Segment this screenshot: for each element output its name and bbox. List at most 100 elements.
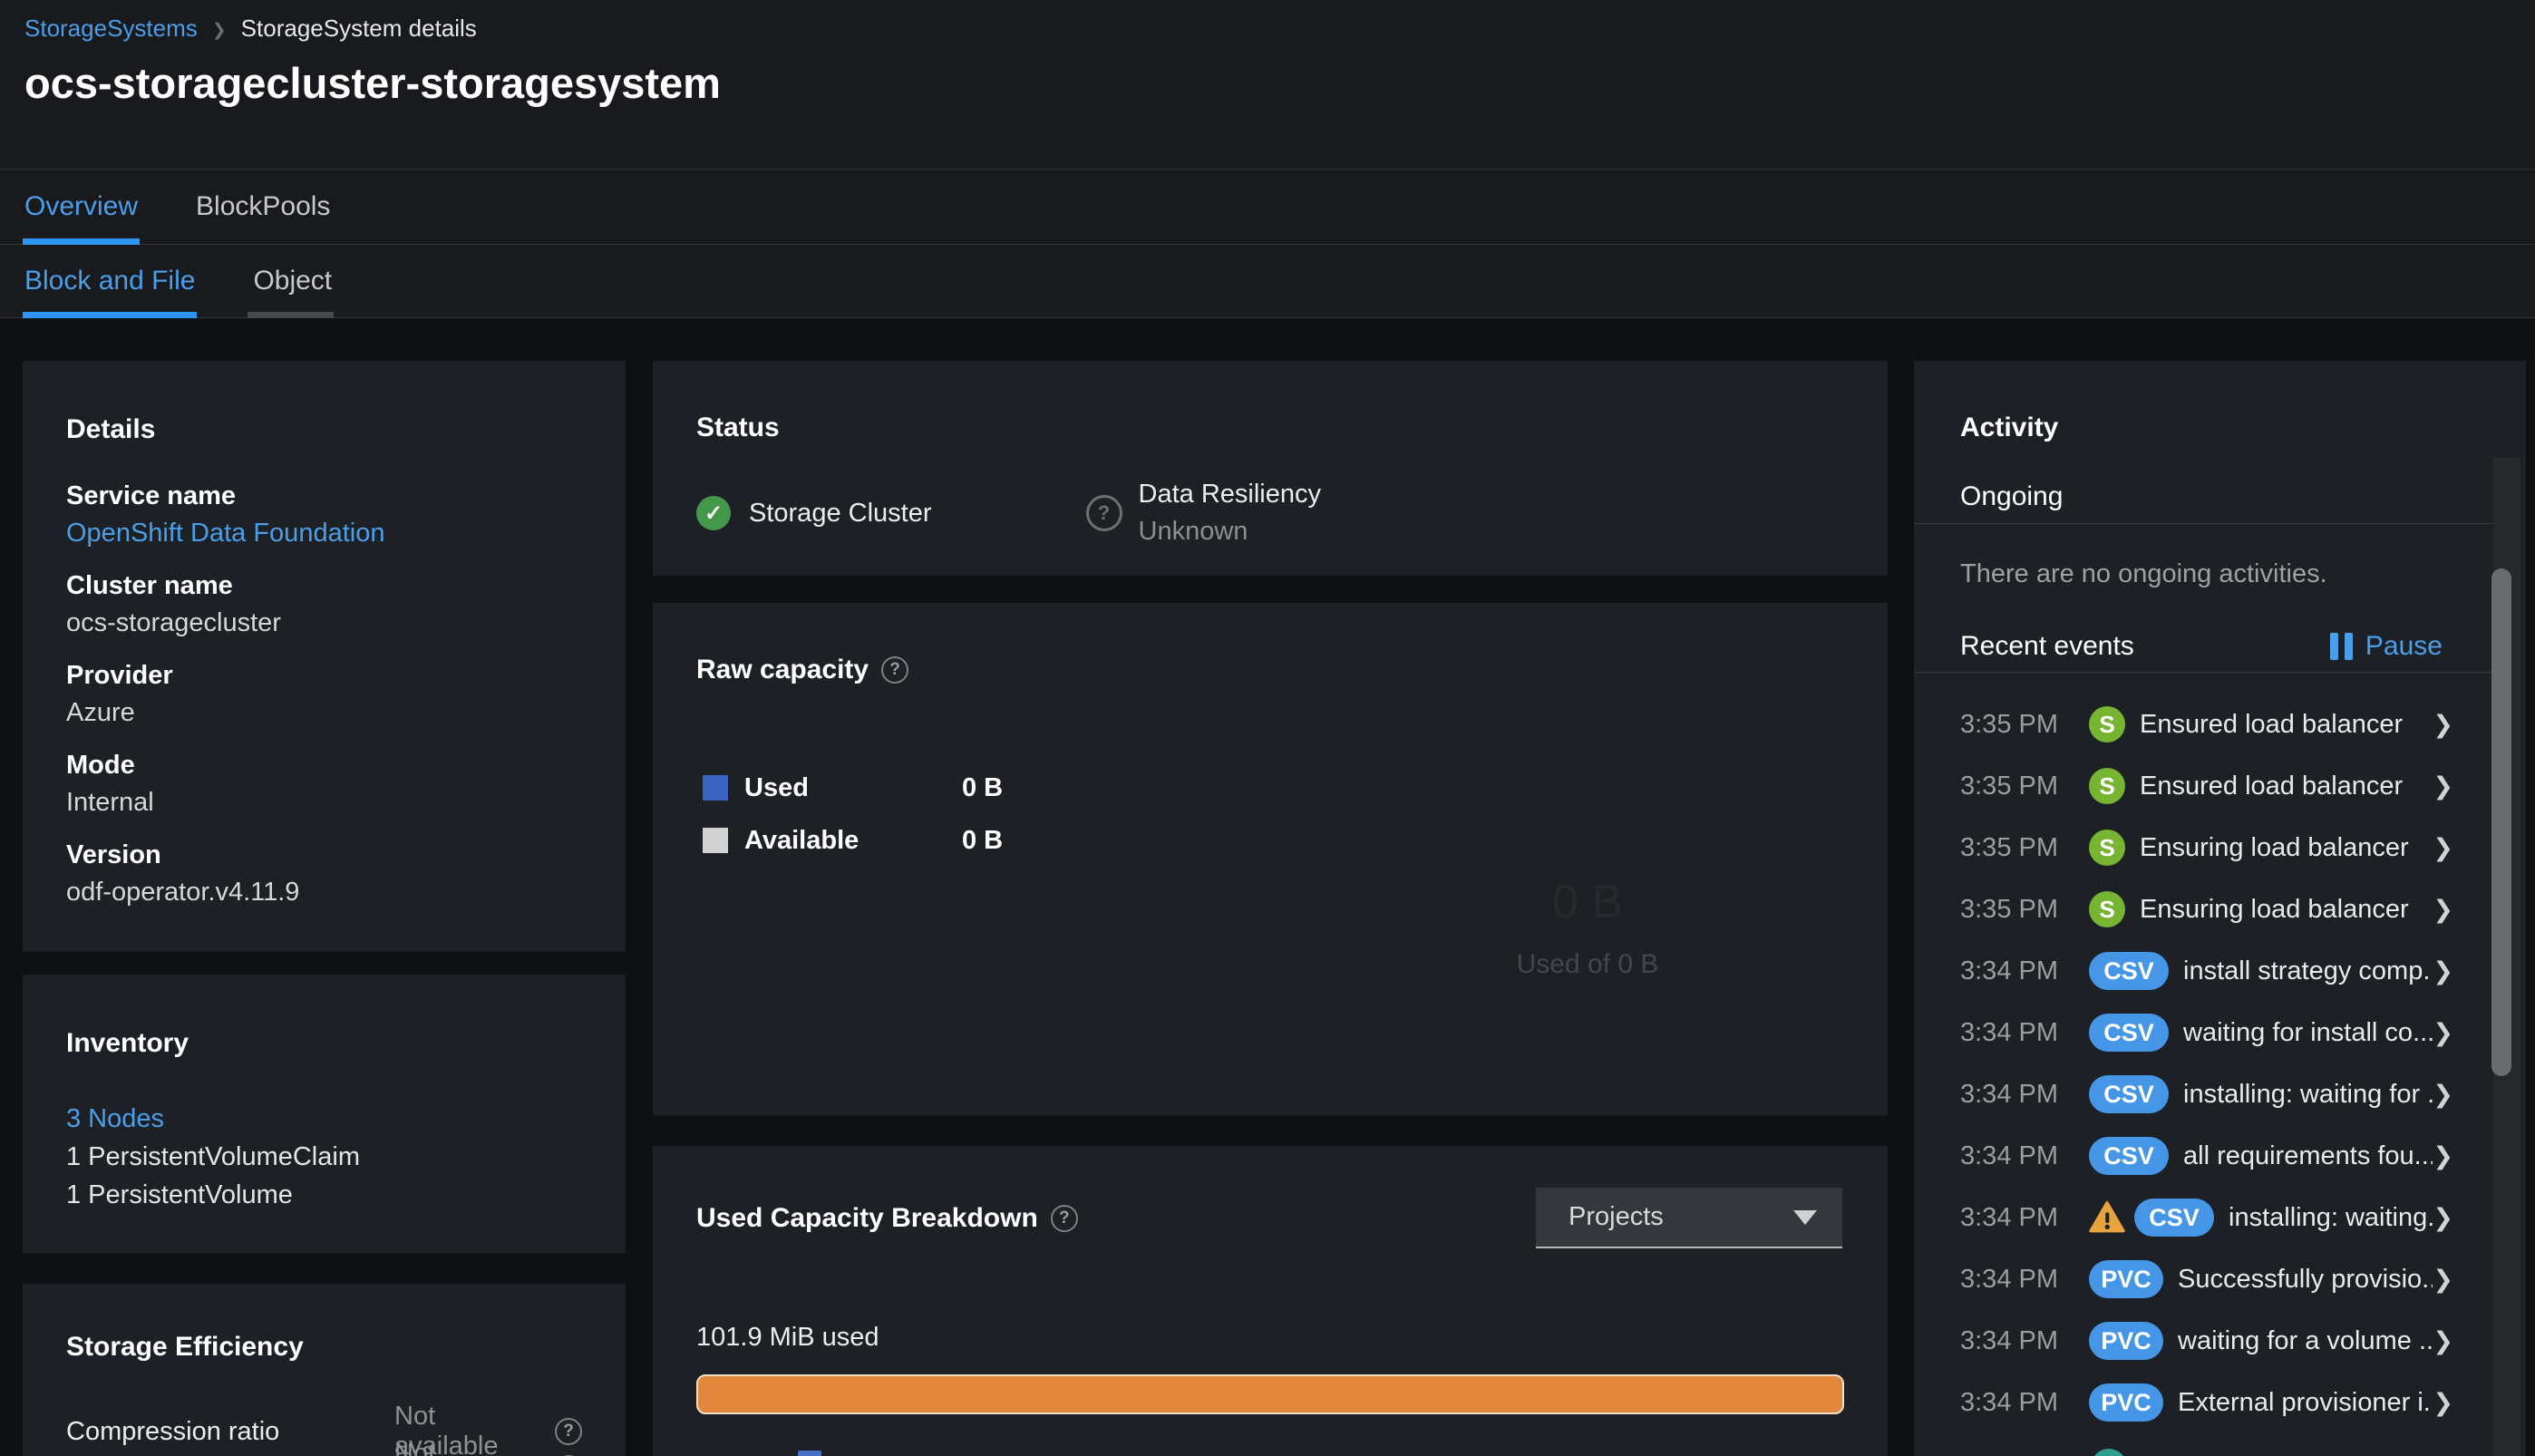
page-header: StorageSystems ❯ StorageSystem details o…: [0, 0, 2535, 318]
tab[interactable]: BlockPools: [196, 170, 330, 244]
details-field-value: Internal: [66, 788, 154, 817]
inventory-item[interactable]: 1 PersistentVolumeClaim: [66, 1138, 582, 1176]
event-kind-badge: CSV: [2089, 952, 2169, 990]
chevron-right-icon[interactable]: ❯: [2433, 896, 2453, 924]
event-kind-badge: CSV: [2134, 1199, 2214, 1237]
data-resiliency-status: ? Data Resiliency Unknown: [1085, 480, 1321, 547]
event-row[interactable]: 3:34 PM CSV installing: waiting... ❯: [1914, 1187, 2526, 1248]
event-row[interactable]: 3:35 PM S Ensuring load balancer ❯: [1914, 878, 2526, 940]
primary-tabs: Overview BlockPools: [0, 170, 2535, 245]
event-badges: CSV: [2089, 952, 2169, 990]
unknown-question-icon: ?: [1085, 495, 1122, 531]
pause-label: Pause: [2365, 631, 2443, 661]
recent-events-heading: Recent events: [1960, 631, 2134, 661]
storagesystem-details-page: StorageSystems ❯ StorageSystem details o…: [0, 0, 2535, 1456]
event-badges: PVC: [2089, 1260, 2163, 1298]
event-badges: CSV: [2089, 1199, 2214, 1237]
tab[interactable]: Object: [248, 245, 334, 318]
event-message: Ensuring load balancer: [2140, 894, 2409, 924]
event-badges: CSV: [2089, 1014, 2169, 1052]
event-timestamp: 3:35 PM: [1960, 771, 2058, 801]
event-kind-badge: PVC: [2089, 1322, 2163, 1360]
details-card-title: Details: [66, 414, 156, 444]
event-row[interactable]: 3:34 PM PVC waiting for a volume ... ❯: [1914, 1310, 2526, 1372]
event-message: all requirements fou...: [2183, 1141, 2433, 1170]
dropdown-selected-value: Projects: [1569, 1202, 1664, 1231]
activity-card: Activity Ongoing There are no ongoing ac…: [1914, 361, 2526, 1456]
data-resiliency-text: Data Resiliency Unknown: [1139, 480, 1321, 547]
event-kind-badge: CSV: [2089, 1014, 2169, 1052]
capacity-breakdown-card: Used Capacity Breakdown ? Projects 101.9…: [653, 1146, 1888, 1456]
details-fields: Service name OpenShift Data Foundation C…: [66, 482, 582, 906]
event-kind-badge: CSV: [2089, 1075, 2169, 1113]
event-badges: CSV: [2089, 1137, 2169, 1175]
event-kind-badge: S: [2089, 830, 2125, 866]
chevron-right-icon[interactable]: ❯: [2433, 1081, 2453, 1109]
chevron-right-icon[interactable]: ❯: [2433, 957, 2453, 985]
details-field: Provider Azure: [66, 662, 582, 726]
pause-button[interactable]: Pause: [2329, 631, 2443, 661]
recent-events-header: Recent events Pause: [1914, 632, 2526, 661]
page-title: ocs-storagecluster-storagesystem: [24, 59, 721, 107]
event-message: Ensuring load balancer: [2140, 832, 2409, 862]
help-icon[interactable]: ?: [881, 656, 909, 684]
event-timestamp: 3:34 PM: [1960, 1202, 2058, 1232]
chevron-right-icon[interactable]: ❯: [2433, 1327, 2453, 1355]
event-message: Ensured load balancer: [2140, 771, 2404, 801]
projects-dropdown[interactable]: Projects: [1536, 1188, 1842, 1248]
tab[interactable]: Overview: [22, 170, 141, 245]
inventory-item[interactable]: 3 Nodes: [66, 1100, 582, 1138]
event-kind-badge: PVC: [2089, 1383, 2163, 1422]
breadcrumb-storagesystems-link[interactable]: StorageSystems: [24, 15, 198, 43]
status-card-title: Status: [696, 413, 780, 442]
middle-column: Status ✓ Storage Cluster ? Data Resilien…: [653, 361, 1888, 1456]
event-row[interactable]: 3:34 PM CSV install strategy comp... ❯: [1914, 940, 2526, 1002]
tab[interactable]: Block and File: [22, 245, 198, 318]
breadcrumb: StorageSystems ❯ StorageSystem details: [24, 15, 477, 43]
details-field: Cluster name ocs-storagecluster: [66, 572, 582, 636]
event-row[interactable]: 3:35 PM S Ensured load balancer ❯: [1914, 694, 2526, 755]
legend-row: Available 0 B: [703, 825, 1844, 855]
event-timestamp: 3:34 PM: [1960, 1017, 2058, 1047]
scrollbar-track[interactable]: [2491, 458, 2520, 1456]
chevron-right-icon[interactable]: ❯: [2433, 711, 2453, 739]
legend-row: Used 0 B: [703, 773, 1844, 802]
success-check-icon: ✓: [696, 496, 731, 530]
event-row[interactable]: 3:35 PM S Ensuring load balancer ❯: [1914, 817, 2526, 878]
storage-cluster-label: Storage Cluster: [749, 498, 932, 528]
legend-value: 0 B: [962, 825, 1004, 855]
event-row[interactable]: 3:34 PM PVC External provisioner i... ❯: [1914, 1372, 2526, 1433]
chevron-right-icon[interactable]: ❯: [2433, 1142, 2453, 1170]
scrollbar-thumb[interactable]: [2491, 568, 2511, 1076]
help-icon[interactable]: ?: [1050, 1205, 1078, 1232]
event-message: waiting for install co...: [2183, 1017, 2433, 1047]
chevron-right-icon[interactable]: ❯: [2433, 1019, 2453, 1047]
chevron-right-icon[interactable]: ❯: [2433, 834, 2453, 862]
event-kind-badge: S: [2089, 706, 2125, 743]
event-row[interactable]: 3:34 PM CSV all requirements fou... ❯: [1914, 1125, 2526, 1187]
tab-label: Block and File: [24, 266, 196, 296]
event-message: waiting for a volume ...: [2178, 1325, 2433, 1355]
donut-caption: Used of 0 B: [1516, 949, 1659, 979]
details-field-label: Service name: [66, 481, 237, 510]
chevron-right-icon[interactable]: ❯: [2433, 772, 2453, 801]
details-field-value: OpenShift Data Foundation: [66, 519, 385, 548]
chevron-right-icon[interactable]: ❯: [2433, 1266, 2453, 1294]
event-message: installing: waiting for ...: [2183, 1079, 2433, 1109]
chevron-right-icon[interactable]: ❯: [2433, 1204, 2453, 1232]
raw-capacity-card: Raw capacity ? Used 0 B Available 0 B 0 …: [653, 603, 1888, 1115]
event-row[interactable]: 3:34 PM CSV waiting for install co... ❯: [1914, 1002, 2526, 1063]
details-field-label: Cluster name: [66, 571, 233, 600]
chevron-down-icon: [1793, 1209, 1817, 1225]
event-row[interactable]: 3:34 PM CSV installing: waiting for ... …: [1914, 1063, 2526, 1125]
event-badges: PVC: [2089, 1383, 2163, 1422]
event-timestamp: 3:35 PM: [1960, 709, 2058, 739]
event-row[interactable]: 3:34 PM PVC Successfully provisio... ❯: [1914, 1248, 2526, 1310]
chevron-right-icon[interactable]: ❯: [2433, 1389, 2453, 1417]
event-row[interactable]: 3:35 PM S Ensured load balancer ❯: [1914, 755, 2526, 817]
details-field-value: odf-operator.v4.11.9: [66, 878, 300, 907]
inventory-item[interactable]: 1 PersistentVolume: [66, 1176, 582, 1214]
secondary-tabs: Block and File Object: [0, 245, 2535, 318]
event-kind-badge: PVC: [2089, 1260, 2163, 1298]
breadcrumb-current: StorageSystem details: [240, 15, 477, 42]
